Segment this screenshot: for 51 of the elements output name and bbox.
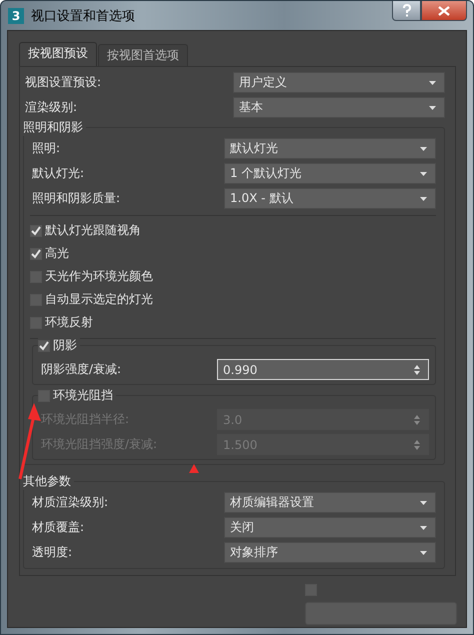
dropdown[interactable]: 默认灯光 <box>224 138 436 159</box>
field-label: 照明和阴影质量: <box>31 190 122 207</box>
field-label: 材质渲染级别: <box>31 494 110 511</box>
close-button[interactable] <box>421 1 467 21</box>
checkbox-label: 环境反射 <box>45 314 93 331</box>
field-label: 渲染级别: <box>24 99 78 116</box>
dropdown[interactable]: 1 个默认灯光 <box>224 163 436 184</box>
field-label: 默认灯光: <box>31 165 86 182</box>
dropdown-arrow-icon <box>429 106 436 110</box>
dropdown[interactable]: 材质编辑器设置 <box>224 492 436 513</box>
field-label: 照明: <box>31 140 62 157</box>
dropdown-arrow-icon <box>420 550 427 554</box>
checkbox[interactable] <box>30 224 42 236</box>
checkbox-label: 自动显示选定的灯光 <box>45 291 153 308</box>
dropdown[interactable]: 对象排序 <box>224 542 436 563</box>
dropdown-arrow-icon <box>420 146 427 150</box>
annotation-marker <box>189 464 199 473</box>
dropdown-arrow-icon <box>420 196 427 200</box>
group-title: 其他参数 <box>23 473 71 490</box>
dropdown[interactable]: 用户定义 <box>233 72 445 93</box>
group-title: 照明和阴影 <box>23 119 83 136</box>
checkbox[interactable] <box>38 340 50 352</box>
window-title: 视口设置和首选项 <box>31 8 136 24</box>
checkbox-label: 默认灯光跟随视角 <box>45 222 141 239</box>
dropdown-arrow-icon <box>420 526 427 530</box>
spinner-arrows-icon <box>414 440 420 450</box>
help-icon <box>402 4 412 17</box>
field-label: 视图设置预设: <box>24 74 102 91</box>
dropdown[interactable]: 1.0X - 默认 <box>224 188 436 209</box>
spinner-arrows-icon <box>414 364 420 374</box>
field-label: 材质覆盖: <box>31 519 86 536</box>
field-label: 阴影强度/衰减: <box>40 361 122 378</box>
checkbox-label: 高光 <box>45 245 69 262</box>
dropdown[interactable]: 关闭 <box>224 517 436 538</box>
tab[interactable]: 按视图首选项 <box>98 44 188 66</box>
checkbox[interactable] <box>38 390 50 402</box>
app-icon: 3 <box>8 8 24 24</box>
close-icon <box>438 6 450 16</box>
group-title: 环境光阻挡 <box>53 387 113 404</box>
checkbox-label: 天光作为环境光颜色 <box>45 268 153 285</box>
dropdown-arrow-icon <box>420 500 427 504</box>
dropdown[interactable]: 基本 <box>233 97 445 118</box>
help-button[interactable] <box>392 1 421 21</box>
checkbox[interactable] <box>30 248 42 260</box>
tab[interactable]: 按视图预设 <box>19 42 97 66</box>
dropdown-arrow-icon <box>420 172 427 176</box>
dropdown-arrow-icon <box>429 80 436 84</box>
group-title: 阴影 <box>53 337 77 354</box>
spinner-arrows-icon <box>414 414 420 424</box>
field-label: 透明度: <box>31 544 74 561</box>
spinner-field[interactable]: 0.990 <box>217 359 429 380</box>
